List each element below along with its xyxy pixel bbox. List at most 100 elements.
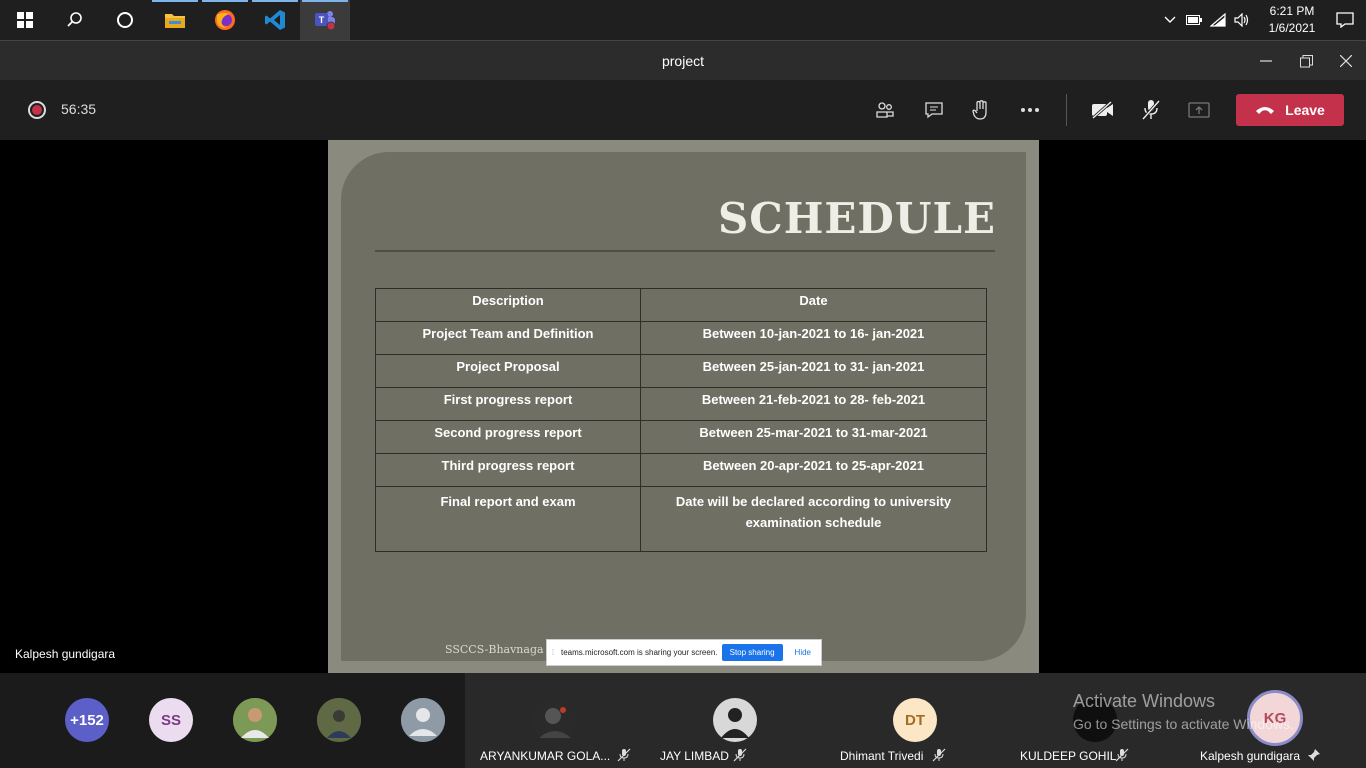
start-button[interactable] (0, 0, 50, 40)
minimize-icon (1260, 60, 1272, 62)
teams-meeting-screen: T 6:21 PM 1/6/2021 project 56:35 Leave S… (0, 0, 1366, 768)
clock-date: 1/6/2021 (1268, 21, 1316, 35)
network-button[interactable] (1206, 0, 1230, 40)
raise-hand-icon (972, 100, 987, 120)
more-actions-button[interactable] (1014, 94, 1046, 126)
teams-button[interactable]: T (300, 0, 350, 40)
meeting-controls-bar: 56:35 (0, 80, 1366, 140)
vscode-button[interactable] (250, 0, 300, 40)
description-cell: Final report and exam (375, 486, 641, 552)
minimize-button[interactable] (1246, 41, 1286, 81)
mic-off-icon (733, 748, 747, 762)
hang-up-icon (1256, 107, 1275, 114)
hide-banner-button[interactable]: Hide (789, 644, 817, 661)
search-icon (67, 12, 82, 27)
person-photo-icon (533, 698, 577, 742)
file-explorer-button[interactable] (150, 0, 200, 40)
description-cell: First progress report (375, 387, 641, 421)
share-tray-icon (1188, 102, 1210, 118)
chat-icon (925, 101, 943, 118)
clock-time: 6:21 PM (1269, 4, 1315, 18)
description-cell: Project Proposal (375, 354, 641, 388)
chevron-up-icon (1164, 16, 1176, 23)
battery-button[interactable] (1182, 0, 1206, 40)
person-icon (401, 698, 445, 742)
avatar-photo[interactable] (317, 698, 361, 742)
windows-logo-icon (17, 12, 33, 28)
firefox-button[interactable] (200, 0, 250, 40)
participant-name: Kalpesh gundigara (1200, 749, 1301, 763)
avatar-default[interactable] (401, 698, 445, 742)
speaker-icon (1234, 13, 1249, 27)
svg-text:T: T (319, 15, 325, 25)
wifi-icon (1210, 13, 1226, 27)
slide-panel: SCHEDULE Description Date Project Team a… (341, 152, 1026, 661)
close-button[interactable] (1326, 41, 1366, 81)
slide-title-rule (375, 250, 995, 252)
window-title: project (661, 52, 705, 69)
window-controls (1246, 41, 1366, 81)
watermark-line2: Go to Settings to activate Windows. (1073, 716, 1294, 732)
table-row: Final report and exam Date will be decla… (375, 486, 987, 552)
shared-slide: SCHEDULE Description Date Project Team a… (328, 140, 1039, 673)
action-center-button[interactable] (1324, 0, 1366, 40)
mic-off-icon (1141, 100, 1161, 120)
volume-button[interactable] (1230, 0, 1254, 40)
screen-sharing-banner: ⁞ teams.microsoft.com is sharing your sc… (546, 639, 822, 666)
show-participants-button[interactable] (869, 94, 901, 126)
person-photo-icon (317, 698, 361, 742)
participant-name: KULDEEP GOHIL (1020, 749, 1117, 763)
show-hidden-icons-button[interactable] (1158, 0, 1182, 40)
leave-button[interactable]: Leave (1236, 94, 1344, 126)
avatar-ss[interactable]: SS (149, 698, 193, 742)
participant-tile[interactable]: JAY LIMBAD (645, 673, 825, 768)
date-cell: Between 25-mar-2021 to 31-mar-2021 (640, 420, 987, 454)
table-row: First progress report Between 21-feb-202… (375, 387, 987, 421)
participant-name: ARYANKUMAR GOLA... (480, 749, 611, 763)
watermark-line1: Activate Windows (1073, 691, 1216, 711)
camera-toggle-button[interactable] (1087, 94, 1119, 126)
table-row: Third progress report Between 20-apr-202… (375, 453, 987, 487)
participants-icon (876, 102, 894, 118)
presenter-name-label: Kalpesh gundigara (15, 647, 116, 661)
system-tray: 6:21 PM 1/6/2021 (1158, 0, 1366, 40)
vscode-icon (265, 10, 285, 30)
avatar-photo[interactable] (233, 698, 277, 742)
teams-icon: T (315, 11, 336, 31)
more-participants-button[interactable]: +152 (65, 698, 109, 742)
raise-hand-button[interactable] (965, 94, 997, 126)
restore-icon (1299, 54, 1313, 67)
stop-sharing-button[interactable]: Stop sharing (721, 644, 783, 661)
avatar-dt: DT (893, 698, 937, 742)
taskbar-clock[interactable]: 6:21 PM 1/6/2021 (1260, 3, 1324, 37)
pin-icon (1308, 749, 1320, 761)
schedule-table: Description Date Project Team and Defini… (375, 288, 987, 552)
date-cell: Between 25-jan-2021 to 31- jan-2021 (640, 354, 987, 388)
slide-footer: SSCCS-Bhavnaga (445, 643, 544, 656)
drag-handle-icon[interactable]: ⁞ (547, 648, 559, 657)
camera-off-icon (1092, 101, 1113, 119)
participant-name: Dhimant Trivedi (840, 749, 924, 763)
date-cell: Between 21-feb-2021 to 28- feb-2021 (640, 387, 987, 421)
table-row: Second progress report Between 25-mar-20… (375, 420, 987, 454)
firefox-icon (215, 10, 235, 30)
show-conversation-button[interactable] (918, 94, 950, 126)
restore-button[interactable] (1286, 41, 1326, 81)
recording-indicator-icon (28, 101, 46, 119)
person-photo-icon (233, 698, 277, 742)
controls-divider (1066, 94, 1067, 126)
description-cell: Second progress report (375, 420, 641, 454)
battery-icon (1186, 15, 1202, 25)
search-button[interactable] (50, 0, 100, 40)
avatar-photo (533, 698, 577, 742)
share-screen-button[interactable] (1183, 94, 1215, 126)
table-header-row: Description Date (375, 288, 987, 322)
cortana-icon (117, 12, 133, 28)
participant-tile[interactable]: DT Dhimant Trivedi (825, 673, 1005, 768)
cortana-button[interactable] (100, 0, 150, 40)
participant-tile[interactable]: ARYANKUMAR GOLA... (465, 673, 645, 768)
windows-taskbar: T 6:21 PM 1/6/2021 (0, 0, 1366, 40)
mic-toggle-button[interactable] (1135, 94, 1167, 126)
description-cell: Third progress report (375, 453, 641, 487)
close-icon (1340, 55, 1352, 67)
